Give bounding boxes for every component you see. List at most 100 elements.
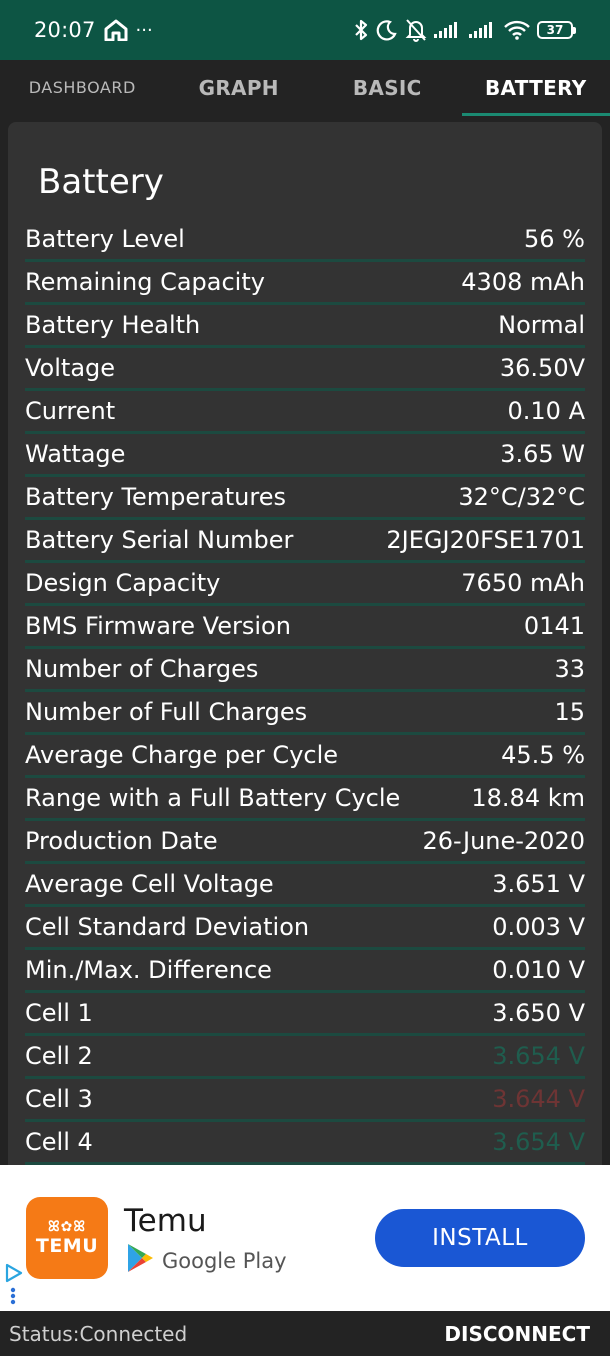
connection-status: Status:Connected [9,1321,188,1346]
battery-info-row: Range with a Full Battery Cycle 18.84 km [25,778,585,821]
ad-banner[interactable]: ꕤ✿ꕤ TEMU Temu Google Play INSTALL [0,1165,610,1311]
ad-choices-icon[interactable] [4,1263,24,1287]
row-label: Cell 1 [25,999,93,1027]
moon-icon [376,19,398,41]
tab-dashboard[interactable]: DASHBOARD [0,60,165,116]
battery-info-row: Cell 2 3.654 V [25,1036,585,1079]
ad-store: Google Play [126,1243,287,1278]
battery-info-row: BMS Firmware Version 0141 [25,606,585,649]
row-value: 3.644 V [492,1085,585,1113]
battery-info-row: Cell Standard Deviation 0.003 V [25,907,585,950]
row-label: Cell Standard Deviation [25,913,310,941]
ad-menu-icon[interactable] [10,1287,16,1309]
status-bar: 20:07 ··· 37 [0,0,610,60]
row-label: Battery Level [25,225,185,253]
temu-logo-text: TEMU [35,1235,99,1257]
more-notifications-icon: ··· [135,19,153,41]
connection-footer: Status:Connected DISCONNECT [0,1311,610,1356]
row-label: Average Charge per Cycle [25,741,339,769]
tab-basic[interactable]: BASIC [313,60,462,116]
disconnect-button[interactable]: DISCONNECT [444,1322,590,1346]
battery-card: Battery Battery Level 56 % Remaining Capac… [8,122,602,1182]
battery-info-row: Average Cell Voltage 3.651 V [25,864,585,907]
row-label: Cell 3 [25,1085,93,1113]
battery-info-row: Battery Serial Number 2JEGJ20FSE1701 [25,520,585,563]
row-value: 0.10 A [507,397,585,425]
row-label: Cell 4 [25,1128,93,1156]
battery-info-row: Design Capacity 7650 mAh [25,563,585,606]
row-label: Number of Full Charges [25,698,308,726]
row-value: 0.003 V [492,913,585,941]
battery-info-row: Battery Temperatures 32°C/32°C [25,477,585,520]
signal-icon [434,21,462,39]
tab-graph[interactable]: GRAPH [165,60,314,116]
battery-icon: 37 [537,21,576,39]
tab-battery[interactable]: BATTERY [461,60,610,116]
row-value: 15 [554,698,585,726]
row-label: Battery Temperatures [25,483,286,511]
battery-info-row: Battery Health Normal [25,305,585,348]
install-button[interactable]: INSTALL [375,1209,585,1267]
row-value: 3.650 V [492,999,585,1027]
battery-info-row: Cell 3 3.644 V [25,1079,585,1122]
bluetooth-icon [353,18,369,42]
row-value: 3.654 V [492,1128,585,1156]
temu-logo-glyphs: ꕤ✿ꕤ [47,1219,87,1235]
card-title: Battery [38,162,164,202]
row-value: 2JEGJ20FSE1701 [386,526,585,554]
battery-info-row: Cell 1 3.650 V [25,993,585,1036]
row-label: Production Date [25,827,218,855]
battery-info-row: Min./Max. Difference 0.010 V [25,950,585,993]
status-time: 20:07 [34,18,96,42]
row-value: 3.654 V [492,1042,585,1070]
google-play-icon [126,1243,154,1278]
row-value: 33 [554,655,585,683]
battery-level: 37 [537,21,573,39]
row-label: Min./Max. Difference [25,956,272,984]
status-bar-right: 37 [353,18,576,42]
row-value: 3.65 W [500,440,585,468]
battery-info-row: Number of Full Charges 15 [25,692,585,735]
battery-info-row: Voltage 36.50V [25,348,585,391]
status-bar-left: 20:07 ··· [34,18,153,42]
row-value: 0141 [523,612,585,640]
row-label: Cell 2 [25,1042,93,1070]
row-value: 7650 mAh [461,569,585,597]
row-label: Wattage [25,440,126,468]
row-value: 3.651 V [492,870,585,898]
row-label: Range with a Full Battery Cycle [25,784,401,812]
battery-info-row: Wattage 3.65 W [25,434,585,477]
row-label: Voltage [25,354,116,382]
tab-bar: DASHBOARD GRAPH BASIC BATTERY [0,60,610,116]
battery-info-row: Production Date 26-June-2020 [25,821,585,864]
row-label: Average Cell Voltage [25,870,274,898]
temu-logo[interactable]: ꕤ✿ꕤ TEMU [26,1197,108,1279]
row-value: 32°C/32°C [458,483,585,511]
battery-info-row: Number of Charges 33 [25,649,585,692]
bell-off-icon [405,18,427,42]
ad-store-name: Google Play [162,1248,287,1273]
row-label: Current [25,397,116,425]
row-label: Number of Charges [25,655,259,683]
row-value: 26-June-2020 [422,827,585,855]
home-icon [104,19,128,41]
row-label: BMS Firmware Version [25,612,291,640]
row-label: Remaining Capacity [25,268,265,296]
battery-info-row: Average Charge per Cycle 45.5 % [25,735,585,778]
battery-info-list: Battery Level 56 % Remaining Capacity 4308 … [25,219,585,1165]
row-label: Battery Serial Number [25,526,294,554]
signal-icon [469,21,497,39]
row-value: 0.010 V [492,956,585,984]
ad-app-name[interactable]: Temu [124,1203,207,1239]
row-label: Battery Health [25,311,201,339]
row-label: Design Capacity [25,569,221,597]
row-value: 56 % [524,225,585,253]
row-value: Normal [498,311,585,339]
row-value: 18.84 km [471,784,585,812]
row-value: 45.5 % [501,741,585,769]
battery-info-row: Battery Level 56 % [25,219,585,262]
battery-info-row: Remaining Capacity 4308 mAh [25,262,585,305]
row-value: 4308 mAh [461,268,585,296]
wifi-icon [504,20,530,40]
battery-info-row: Cell 4 3.654 V [25,1122,585,1165]
